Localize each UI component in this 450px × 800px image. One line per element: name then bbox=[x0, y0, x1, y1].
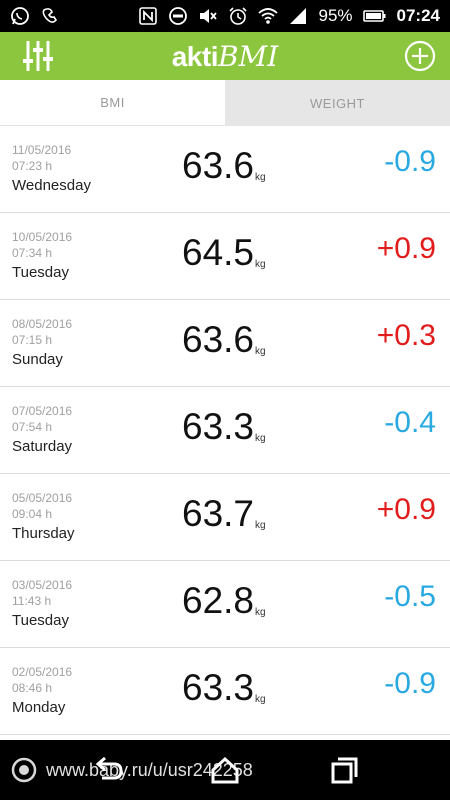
entry-date: 02/05/2016 bbox=[12, 665, 73, 679]
list-item[interactable]: 02/05/2016 08:46 h Monday 63.3 kg -0.9 bbox=[0, 648, 450, 735]
entry-delta: -0.4 bbox=[384, 406, 436, 439]
entry-delta: -0.9 bbox=[384, 667, 436, 700]
app-bar: aktiBMI bbox=[0, 32, 450, 80]
entry-day: Sunday bbox=[12, 351, 63, 368]
tab-bar: BMI WEIGHT bbox=[0, 80, 450, 126]
battery-percent: 95% bbox=[318, 6, 353, 25]
list-item[interactable]: 08/05/2016 07:15 h Sunday 63.6 kg +0.3 bbox=[0, 300, 450, 387]
entry-date: 08/05/2016 bbox=[12, 317, 73, 331]
entry-date: 10/05/2016 bbox=[12, 230, 73, 244]
entry-time: 07:15 h bbox=[12, 333, 53, 347]
entry-weight: 63.3 bbox=[182, 667, 255, 708]
list-item[interactable]: 05/05/2016 09:04 h Thursday 63.7 kg +0.9 bbox=[0, 474, 450, 561]
app-logo: aktiBMI bbox=[0, 40, 450, 73]
entry-time: 08:46 h bbox=[12, 681, 53, 695]
baby-logo-icon bbox=[11, 757, 37, 783]
wifi-icon bbox=[258, 8, 279, 24]
entry-unit: kg bbox=[255, 346, 266, 357]
entry-day: Wednesday bbox=[12, 177, 91, 194]
entry-time: 09:04 h bbox=[12, 507, 53, 521]
recents-icon[interactable] bbox=[324, 752, 364, 788]
weight-entries-list: 11/05/2016 07:23 h Wednesday 63.6 kg -0.… bbox=[0, 126, 450, 735]
tab-bmi-label: BMI bbox=[100, 95, 125, 110]
entry-delta: -0.9 bbox=[384, 145, 436, 178]
entry-date: 05/05/2016 bbox=[12, 491, 73, 505]
entry-unit: kg bbox=[255, 694, 266, 705]
entry-day: Tuesday bbox=[12, 264, 69, 281]
entry-day: Thursday bbox=[12, 525, 75, 542]
tab-weight-label: WEIGHT bbox=[310, 95, 365, 111]
entry-unit: kg bbox=[255, 433, 266, 444]
entry-unit: kg bbox=[255, 520, 266, 531]
entry-weight: 64.5 bbox=[182, 232, 255, 273]
entry-weight: 63.6 bbox=[182, 145, 255, 186]
nfc-icon bbox=[139, 7, 158, 25]
whatsapp-icon bbox=[11, 7, 29, 25]
dnd-icon bbox=[169, 7, 188, 25]
entry-time: 07:23 h bbox=[12, 159, 53, 173]
entry-delta: +0.9 bbox=[376, 493, 436, 526]
entry-time: 07:54 h bbox=[12, 420, 53, 434]
entry-date: 03/05/2016 bbox=[12, 578, 73, 592]
entry-delta: -0.5 bbox=[384, 580, 436, 613]
skype-icon bbox=[42, 8, 57, 23]
watermark-text: www.baby.ru/u/usr242258 bbox=[46, 759, 253, 780]
list-item[interactable]: 07/05/2016 07:54 h Saturday 63.3 kg -0.4 bbox=[0, 387, 450, 474]
tab-bmi[interactable]: BMI bbox=[0, 80, 225, 126]
entry-day: Saturday bbox=[12, 438, 73, 455]
entry-date: 07/05/2016 bbox=[12, 404, 73, 418]
entry-delta: +0.3 bbox=[376, 319, 436, 352]
mute-icon bbox=[200, 9, 218, 23]
entry-unit: kg bbox=[255, 172, 266, 183]
entry-delta: +0.9 bbox=[376, 232, 436, 265]
entry-day: Tuesday bbox=[12, 612, 69, 629]
entry-time: 07:34 h bbox=[12, 246, 53, 260]
add-circle-icon[interactable] bbox=[404, 40, 436, 72]
list-item[interactable]: 10/05/2016 07:34 h Tuesday 64.5 kg +0.9 bbox=[0, 213, 450, 300]
entry-weight: 63.6 bbox=[182, 319, 255, 360]
clock: 07:24 bbox=[396, 6, 440, 25]
entry-unit: kg bbox=[255, 259, 266, 270]
list-item[interactable]: 03/05/2016 11:43 h Tuesday 62.8 kg -0.5 bbox=[0, 561, 450, 648]
entry-time: 11:43 h bbox=[12, 594, 52, 608]
entry-weight: 63.7 bbox=[182, 493, 255, 534]
list-item[interactable]: 11/05/2016 07:23 h Wednesday 63.6 kg -0.… bbox=[0, 126, 450, 213]
entry-weight: 63.3 bbox=[182, 406, 255, 447]
entry-weight: 62.8 bbox=[182, 580, 255, 621]
alarm-icon bbox=[229, 7, 248, 25]
tab-weight[interactable]: WEIGHT bbox=[225, 80, 450, 126]
entry-day: Monday bbox=[12, 699, 66, 716]
nav-bar: www.baby.ru/u/usr242258 bbox=[0, 740, 450, 800]
status-bar: 95% 07:24 bbox=[0, 0, 450, 32]
watermark: www.baby.ru/u/usr242258 bbox=[10, 756, 253, 784]
battery-icon bbox=[362, 10, 386, 22]
entry-unit: kg bbox=[255, 607, 266, 618]
logo-text-bmi: BMI bbox=[217, 40, 279, 73]
signal-icon bbox=[290, 8, 307, 24]
logo-text-akti: akti bbox=[171, 41, 219, 72]
entry-date: 11/05/2016 bbox=[12, 143, 72, 157]
